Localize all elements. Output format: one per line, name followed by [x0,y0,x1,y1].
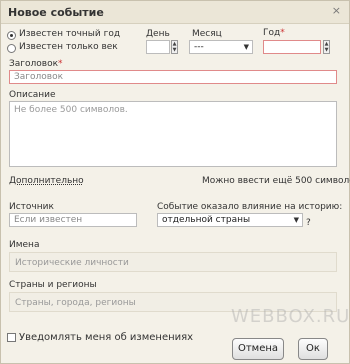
cancel-button[interactable]: Отмена [232,338,284,360]
names-label: Имена [9,240,40,250]
day-input[interactable] [146,40,170,54]
chevron-down-icon: ▼ [243,43,249,51]
places-label: Страны и регионы [9,280,97,290]
influence-select[interactable]: отдельной страны ▼ [157,213,303,227]
month-label: Месяц [192,29,222,39]
source-input[interactable]: Если известен [9,213,137,227]
titlebar: Новое событие × [1,1,349,24]
description-textarea[interactable]: Не более 500 символов. [9,101,337,167]
day-label: День [146,29,170,39]
radio-exact-year-label[interactable]: Известен точный год [19,29,120,39]
influence-selected-value: отдельной страны [162,215,251,225]
more-options-link[interactable]: Дополнительно [9,176,84,186]
source-label: Источник [9,202,54,212]
watermark: WEBBOX.RU [231,306,350,327]
close-icon[interactable]: × [332,5,341,17]
names-input[interactable]: Исторические личности [9,252,337,272]
chars-left-text: Можно ввести ещё 500 символов. [202,176,350,186]
headline-label: Заголовок* [9,59,63,69]
radio-exact-year[interactable] [7,31,16,40]
ok-button[interactable]: Ок [298,338,328,360]
year-input[interactable] [263,40,321,54]
month-selected-value: --- [194,42,204,52]
description-label: Описание [9,90,56,100]
headline-input[interactable]: Заголовок [9,70,337,84]
year-label: Год* [263,28,285,38]
places-placeholder: Страны, города, регионы [15,298,136,308]
day-spinner[interactable]: ▲ ▼ [171,40,178,54]
month-select[interactable]: --- ▼ [189,40,253,54]
names-placeholder: Исторические личности [15,258,129,268]
new-event-dialog: Новое событие × Известен точный год Изве… [0,0,350,364]
notify-label[interactable]: Уведомлять меня об изменениях [19,332,193,343]
help-icon[interactable]: ? [306,218,311,228]
influence-label: Событие оказало влияние на историю: [157,202,343,212]
dialog-title: Новое событие [8,6,104,19]
radio-century-only[interactable] [7,44,16,53]
notify-checkbox[interactable] [7,333,16,342]
radio-century-only-label[interactable]: Известен только век [19,42,118,52]
year-spinner[interactable]: ▲ ▼ [323,40,330,54]
chevron-down-icon: ▼ [293,216,299,224]
